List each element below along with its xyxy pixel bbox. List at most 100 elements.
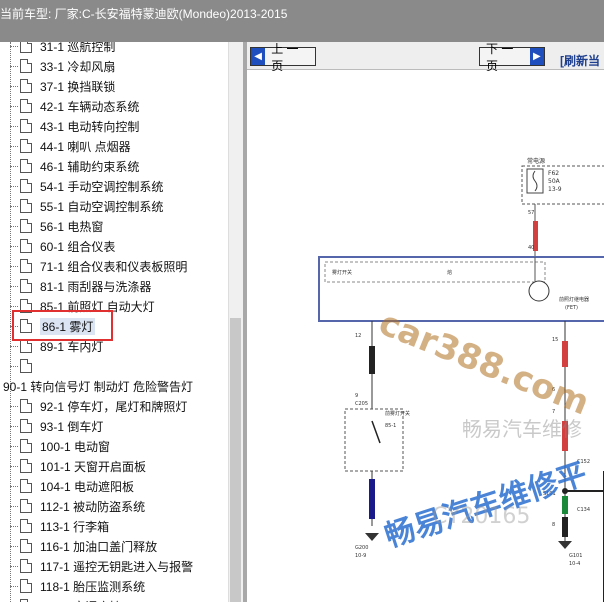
tree-branch-line bbox=[10, 86, 18, 87]
tree-item[interactable]: 117-1 遥控无钥匙进入与报警 bbox=[20, 556, 193, 576]
tree-item[interactable]: 71-1 组合仪表和仪表板照明 bbox=[20, 256, 187, 276]
tree-item[interactable]: 113-1 行李箱 bbox=[20, 516, 109, 536]
module-left-label: 雾灯开关 bbox=[332, 269, 352, 276]
wire-black-left bbox=[369, 346, 375, 374]
tree-item[interactable]: 55-1 自动空调控制系统 bbox=[20, 196, 163, 216]
document-icon bbox=[20, 259, 32, 273]
document-icon bbox=[20, 539, 32, 553]
tree-branch-line bbox=[10, 566, 18, 567]
module-right-sublabel: (FET) bbox=[565, 305, 578, 311]
tree-item[interactable]: 60-1 组合仪表 bbox=[20, 236, 115, 256]
tree-item-label: 117-1 遥控无钥匙进入与报警 bbox=[40, 559, 194, 574]
tree-branch-line bbox=[10, 146, 18, 147]
tree-branch-line bbox=[10, 446, 18, 447]
tree-item[interactable]: 116-1 加油口盖门释放 bbox=[20, 536, 157, 556]
page-toolbar: ◀ 上 一 页 下 一 页 ▶ bbox=[247, 42, 604, 73]
wire-label-57: 57 bbox=[528, 210, 534, 216]
tree-branch-line bbox=[10, 366, 18, 367]
wire-red-right-1 bbox=[562, 341, 568, 367]
document-icon bbox=[20, 219, 32, 233]
tree-item-label: 31-1 巡航控制 bbox=[40, 42, 116, 54]
tree-item-label: 60-1 组合仪表 bbox=[40, 239, 116, 254]
tree-item-label: 119-1 空调座椅 bbox=[40, 598, 121, 602]
tree-branch-line bbox=[10, 126, 18, 127]
tree-item[interactable]: 46-1 辅助约束系统 bbox=[20, 156, 139, 176]
tree-item-label: 116-1 加油口盖门释放 bbox=[40, 539, 158, 554]
selection-highlight-box bbox=[12, 310, 113, 341]
wire-label-8: 8 bbox=[552, 522, 555, 528]
tree-item[interactable]: 81-1 雨刮器与洗涤器 bbox=[20, 276, 151, 296]
tree-item-label: 101-1 天窗开启面板 bbox=[40, 459, 147, 474]
tree-item[interactable]: 119-1 空调座椅 bbox=[20, 596, 121, 602]
tree-item[interactable]: 33-1 冷却风扇 bbox=[20, 56, 115, 76]
document-icon bbox=[20, 479, 32, 493]
tree-item[interactable]: 54-1 手动空调控制系统 bbox=[20, 176, 163, 196]
module-right-label: 前照灯继电器 bbox=[559, 296, 589, 303]
tree-branch-line bbox=[10, 286, 18, 287]
tree-branch-line bbox=[10, 426, 18, 427]
wire-black-right bbox=[562, 517, 568, 537]
tree-item[interactable]: 112-1 被动防盗系统 bbox=[20, 496, 145, 516]
app-header: 当前车型: 厂家:C-长安福特蒙迪欧(Mondeo)2013-2015 bbox=[0, 0, 604, 42]
document-icon bbox=[20, 499, 32, 513]
connector-c134: C134 bbox=[577, 507, 590, 513]
tree-branch-line bbox=[10, 406, 18, 407]
tree-item-label: 104-1 电动遮阳板 bbox=[40, 479, 135, 494]
ground-symbol-g200 bbox=[365, 533, 379, 541]
document-icon bbox=[20, 419, 32, 433]
tree-branch-line bbox=[10, 346, 18, 347]
tree-item[interactable]: 92-1 停车灯，尾灯和牌照灯 bbox=[20, 396, 187, 416]
tree-item-label: 56-1 电热窗 bbox=[40, 219, 104, 234]
tree-branch-line bbox=[10, 526, 18, 527]
ground-g200-location: 10-9 bbox=[355, 553, 366, 559]
tree-branch-line bbox=[10, 586, 18, 587]
tree-item-label: 55-1 自动空调控制系统 bbox=[40, 199, 164, 214]
refresh-link[interactable]: [刷新当 bbox=[560, 52, 600, 69]
document-icon bbox=[20, 579, 32, 593]
tree-branch-line bbox=[10, 106, 18, 107]
tree-item[interactable]: 90-1 转向信号灯 制动灯 危险警告灯 bbox=[3, 376, 193, 396]
tree-item[interactable]: 42-1 车辆动态系统 bbox=[20, 96, 139, 116]
tree-item-label: 93-1 倒车灯 bbox=[40, 419, 104, 434]
arrow-right-icon: ▶ bbox=[529, 48, 544, 65]
tree-item[interactable]: 104-1 电动遮阳板 bbox=[20, 476, 134, 496]
tree-branch-line bbox=[10, 186, 18, 187]
prev-page-button[interactable]: ◀ 上 一 页 bbox=[250, 42, 316, 73]
current-model-label: 当前车型: 厂家:C-长安福特蒙迪欧(Mondeo)2013-2015 bbox=[0, 7, 288, 21]
document-icon bbox=[20, 339, 32, 353]
ground-g101-location: 10-4 bbox=[569, 561, 580, 567]
document-icon bbox=[20, 459, 32, 473]
tree-item[interactable]: 44-1 喇叭 点烟器 bbox=[20, 136, 131, 156]
tree-item-label: 33-1 冷却风扇 bbox=[40, 59, 116, 74]
tree-item[interactable]: 43-1 电动转向控制 bbox=[20, 116, 139, 136]
wire-blue-left bbox=[369, 479, 375, 519]
tree-item[interactable]: 37-1 换挡联锁 bbox=[20, 76, 115, 96]
document-icon bbox=[20, 139, 32, 153]
document-icon bbox=[20, 359, 32, 373]
tree-item-label: 71-1 组合仪表和仪表板照明 bbox=[40, 259, 188, 274]
tree-item[interactable]: 31-1 巡航控制 bbox=[20, 42, 115, 56]
tree-branch-line bbox=[10, 546, 18, 547]
connector-c205: C205 bbox=[355, 401, 368, 407]
tree-item-label: 100-1 电动窗 bbox=[40, 439, 111, 454]
document-icon bbox=[20, 99, 32, 113]
tree-item[interactable]: 93-1 倒车灯 bbox=[20, 416, 103, 436]
tree-item[interactable]: 100-1 电动窗 bbox=[20, 436, 110, 456]
document-icon bbox=[20, 239, 32, 253]
tree-branch-line bbox=[10, 306, 18, 307]
tree-item[interactable]: 118-1 胎压监测系统 bbox=[20, 576, 145, 596]
next-page-button[interactable]: 下 一 页 ▶ bbox=[479, 42, 545, 73]
tree-scrollbar-thumb[interactable] bbox=[230, 318, 241, 602]
tree-item-label: 46-1 辅助约束系统 bbox=[40, 159, 140, 174]
fuse-id: F62 bbox=[548, 170, 559, 177]
tree-item-label: 43-1 电动转向控制 bbox=[40, 119, 140, 134]
tree-item[interactable] bbox=[20, 356, 40, 376]
tree-item[interactable]: 56-1 电热窗 bbox=[20, 216, 103, 236]
tree-item[interactable]: 101-1 天窗开启面板 bbox=[20, 456, 146, 476]
document-icon bbox=[20, 279, 32, 293]
document-icon bbox=[20, 199, 32, 213]
tree-branch-line bbox=[10, 66, 18, 67]
module-mid-label: 熔 bbox=[447, 269, 452, 276]
fuse-location: 13-9 bbox=[548, 186, 562, 193]
document-icon bbox=[20, 159, 32, 173]
